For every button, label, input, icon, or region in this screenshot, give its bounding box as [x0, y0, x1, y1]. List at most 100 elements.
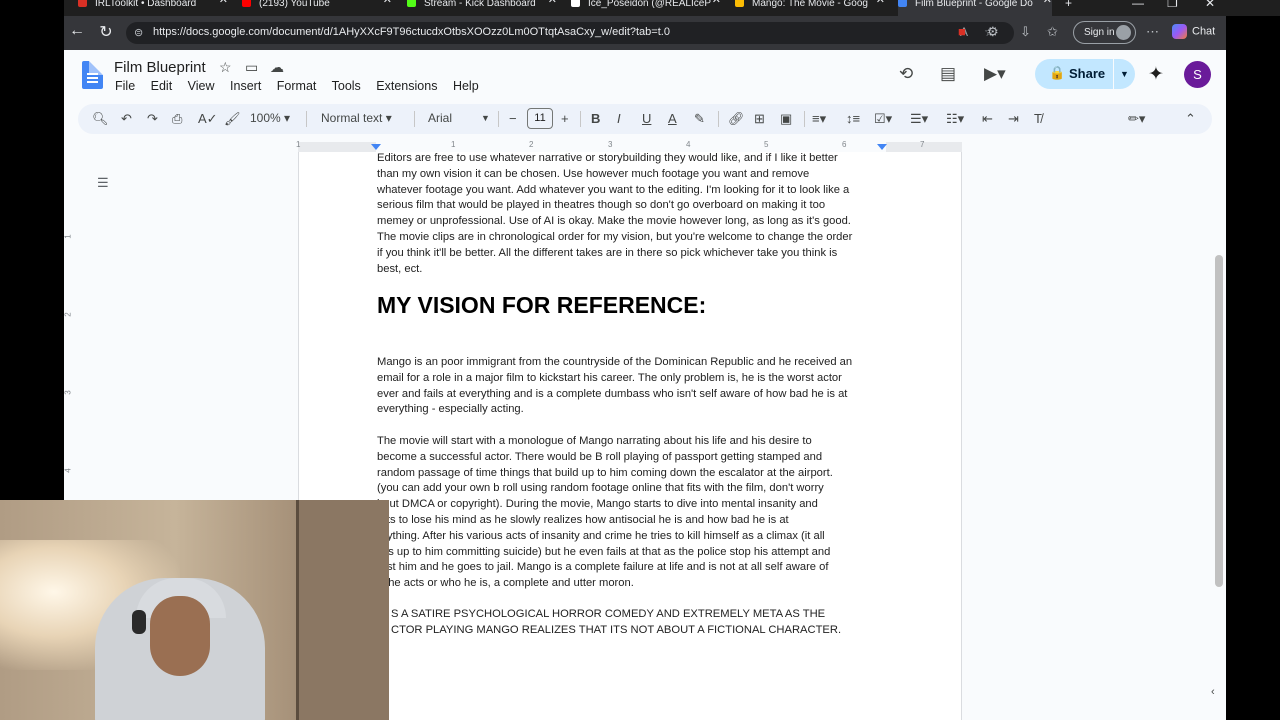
share-button[interactable]: 🔒 Share ▼: [1035, 59, 1135, 89]
menu-edit[interactable]: Edit: [151, 79, 173, 93]
close-tab-icon[interactable]: ✕: [1043, 0, 1052, 6]
document-outline-icon[interactable]: ☰: [97, 175, 109, 191]
kick-icon: [407, 0, 416, 7]
account-avatar[interactable]: S: [1184, 61, 1211, 88]
increase-indent-icon[interactable]: ⇥: [1008, 111, 1019, 127]
menu-view[interactable]: View: [188, 79, 215, 93]
site-info-icon[interactable]: ⊜: [134, 26, 143, 39]
more-menu-icon[interactable]: ⋯: [1146, 24, 1159, 40]
menu-format[interactable]: Format: [277, 79, 317, 93]
close-tab-icon[interactable]: ✕: [712, 0, 721, 6]
omnibox[interactable]: ⊜ https://docs.google.com/document/d/1AH…: [126, 22, 1014, 44]
gemini-icon[interactable]: ✦: [1148, 63, 1164, 86]
tab-x[interactable]: Ice_Poseidon (@REALIceP ✕: [571, 0, 721, 16]
font-select[interactable]: Arial: [428, 111, 452, 125]
close-tab-icon[interactable]: ✕: [219, 0, 228, 6]
reload-icon[interactable]: ↻: [95, 22, 117, 42]
docs-icon: [898, 0, 907, 7]
bulleted-list-icon[interactable]: ☰▾: [910, 111, 928, 127]
youtube-icon: [242, 0, 251, 7]
paragraph-mango-intro: Mango is an poor immigrant from the coun…: [377, 356, 853, 416]
extensions-puzzle-icon[interactable]: ⚙: [987, 24, 999, 40]
decrease-indent-icon[interactable]: ⇤: [982, 111, 993, 127]
tab-film-blueprint[interactable]: Film Blueprint - Google Do ✕: [898, 0, 1052, 16]
line-spacing-icon[interactable]: ↕≡: [846, 111, 860, 126]
comments-icon[interactable]: ▤: [940, 64, 956, 84]
person-face: [150, 596, 210, 676]
hide-menus-icon[interactable]: ⌃: [1185, 111, 1196, 127]
zoom-select[interactable]: 100% ▾: [250, 111, 290, 125]
tab-mango-movie[interactable]: Mango: The Movie - Goog ✕: [735, 0, 885, 16]
favorites-icon[interactable]: ✩: [1047, 24, 1058, 40]
x-icon: [571, 0, 580, 7]
menu-extensions[interactable]: Extensions: [376, 79, 437, 93]
sign-in-button[interactable]: Sign in: [1073, 21, 1136, 44]
back-icon[interactable]: ←: [66, 22, 88, 40]
irltoolkit-icon: [78, 0, 87, 7]
insert-link-icon[interactable]: 🔗︎: [728, 111, 745, 127]
bold-icon[interactable]: B: [591, 111, 600, 126]
font-size-input[interactable]: 11: [527, 108, 553, 129]
paint-format-icon[interactable]: 🖌︎: [224, 111, 241, 127]
restore-icon[interactable]: ❐: [1167, 0, 1178, 10]
document-scrollbar[interactable]: [1215, 255, 1223, 587]
right-indent-marker[interactable]: [877, 144, 887, 150]
undo-icon[interactable]: ↶: [121, 111, 132, 127]
profile-avatar-icon: [1116, 25, 1131, 40]
text-color-icon[interactable]: A: [668, 111, 677, 126]
copilot-icon: [1172, 24, 1187, 39]
tab-kick[interactable]: Stream - Kick Dashboard ✕: [407, 0, 557, 16]
copilot-chat-button[interactable]: Chat: [1172, 24, 1215, 39]
add-comment-icon[interactable]: ⊞: [754, 111, 765, 127]
paragraph-genre: S A SATIRE PSYCHOLOGICAL HORROR COMEDY A…: [391, 608, 842, 636]
spellcheck-icon[interactable]: A✓: [198, 111, 218, 127]
menu-file[interactable]: File: [115, 79, 135, 93]
menu-help[interactable]: Help: [453, 79, 479, 93]
align-icon[interactable]: ≡▾: [812, 111, 826, 127]
extension-icon[interactable]: ■: [958, 24, 966, 39]
italic-icon[interactable]: I: [617, 111, 621, 126]
close-tab-icon[interactable]: ✕: [383, 0, 392, 6]
star-icon[interactable]: ☆: [219, 59, 232, 76]
style-select[interactable]: Normal text ▾: [321, 111, 392, 125]
formatting-toolbar: 🔍︎ ↶ ↷ ⎙ A✓ 🖌︎ 100% ▾ Normal text ▾ Aria…: [78, 104, 1212, 134]
numbered-list-icon[interactable]: ☷▾: [946, 111, 964, 127]
highlight-icon[interactable]: ✎: [694, 111, 705, 127]
address-bar: ← ↻ ⊜ https://docs.google.com/document/d…: [64, 16, 1226, 50]
checklist-icon[interactable]: ☑▾: [874, 111, 892, 127]
print-icon[interactable]: ⎙: [172, 111, 182, 127]
cloud-saved-icon[interactable]: ☁: [270, 59, 284, 76]
url-text[interactable]: https://docs.google.com/document/d/1AHyX…: [153, 26, 670, 38]
close-window-icon[interactable]: ✕: [1205, 0, 1215, 10]
downloads-icon[interactable]: ⇩: [1020, 24, 1031, 40]
redo-icon[interactable]: ↷: [147, 111, 158, 127]
version-history-icon[interactable]: ⟲: [899, 64, 913, 84]
collapse-side-panel-icon[interactable]: ‹: [1211, 686, 1215, 698]
document-title[interactable]: Film Blueprint: [114, 59, 206, 76]
tab-youtube[interactable]: (2193) YouTube ✕: [242, 0, 392, 16]
meet-icon[interactable]: ▶▾: [984, 64, 1006, 84]
left-indent-marker[interactable]: [371, 144, 381, 150]
tab-irltoolkit[interactable]: IRLToolkit • Dashboard ✕: [78, 0, 228, 16]
document-page[interactable]: Editors are free to use whatever narrati…: [298, 152, 962, 720]
editing-mode-icon[interactable]: ✏▾: [1128, 111, 1145, 127]
menu-insert[interactable]: Insert: [230, 79, 261, 93]
insert-image-icon[interactable]: ▣: [780, 111, 792, 127]
increase-font-icon[interactable]: +: [561, 111, 569, 126]
share-dropdown-icon[interactable]: ▼: [1113, 59, 1135, 89]
move-folder-icon[interactable]: ▭: [245, 59, 258, 76]
search-menus-icon[interactable]: 🔍︎: [92, 111, 109, 127]
underline-icon[interactable]: U: [642, 111, 651, 126]
close-tab-icon[interactable]: ✕: [876, 0, 885, 6]
webcam-overlay: [0, 500, 389, 720]
close-tab-icon[interactable]: ✕: [548, 0, 557, 6]
clear-formatting-icon[interactable]: T̸: [1034, 111, 1042, 126]
font-dropdown-icon[interactable]: ▼: [481, 113, 490, 123]
section-heading: MY VISION FOR REFERENCE:: [377, 292, 707, 318]
lock-icon: 🔒: [1049, 65, 1066, 80]
menu-tools[interactable]: Tools: [332, 79, 361, 93]
docs-logo-icon[interactable]: [82, 61, 103, 89]
minimize-icon[interactable]: —: [1132, 0, 1144, 10]
decrease-font-icon[interactable]: −: [509, 111, 517, 126]
new-tab-icon[interactable]: +: [1065, 0, 1072, 10]
